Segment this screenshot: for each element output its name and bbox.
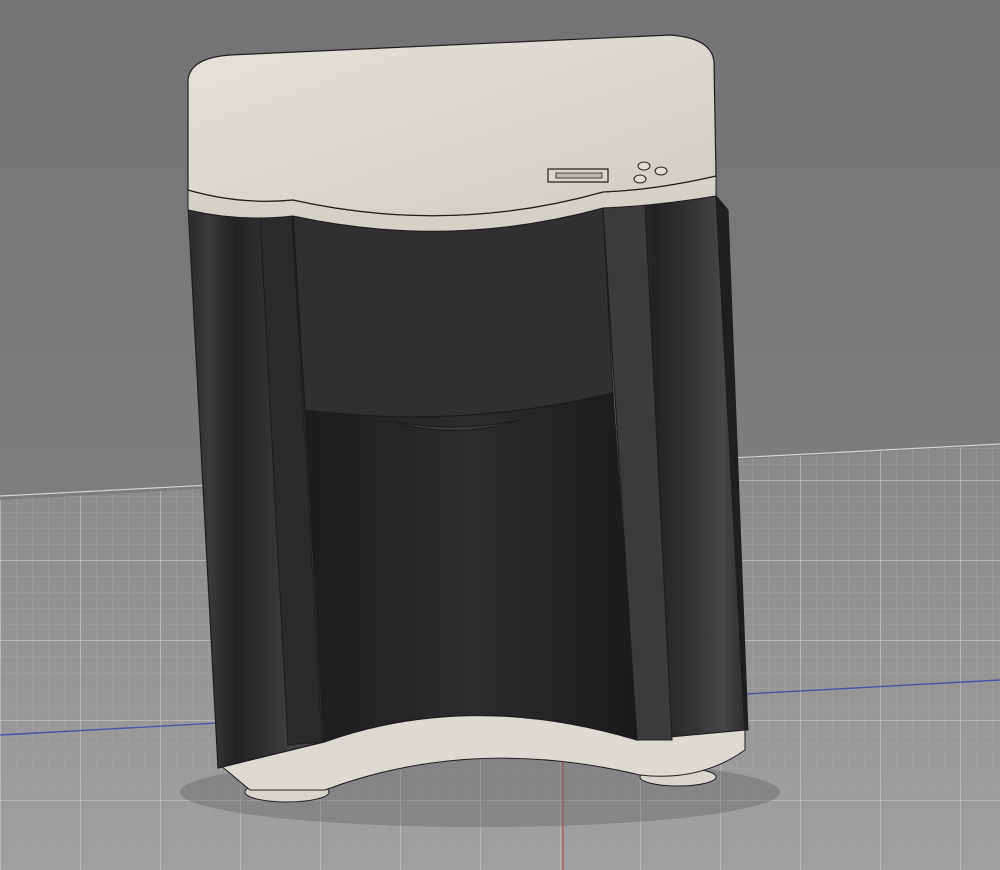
dispenser-head [292, 207, 614, 418]
cup-recess [304, 392, 638, 743]
cad-viewport[interactable] [0, 0, 1000, 870]
lid-top [187, 34, 717, 217]
button-right [654, 166, 668, 176]
model-viewport-scene[interactable] [0, 0, 1000, 870]
coffee-machine-model[interactable] [187, 34, 749, 803]
button-top [637, 161, 651, 171]
slot-icon[interactable] [547, 168, 609, 183]
button-bottom [633, 174, 647, 184]
